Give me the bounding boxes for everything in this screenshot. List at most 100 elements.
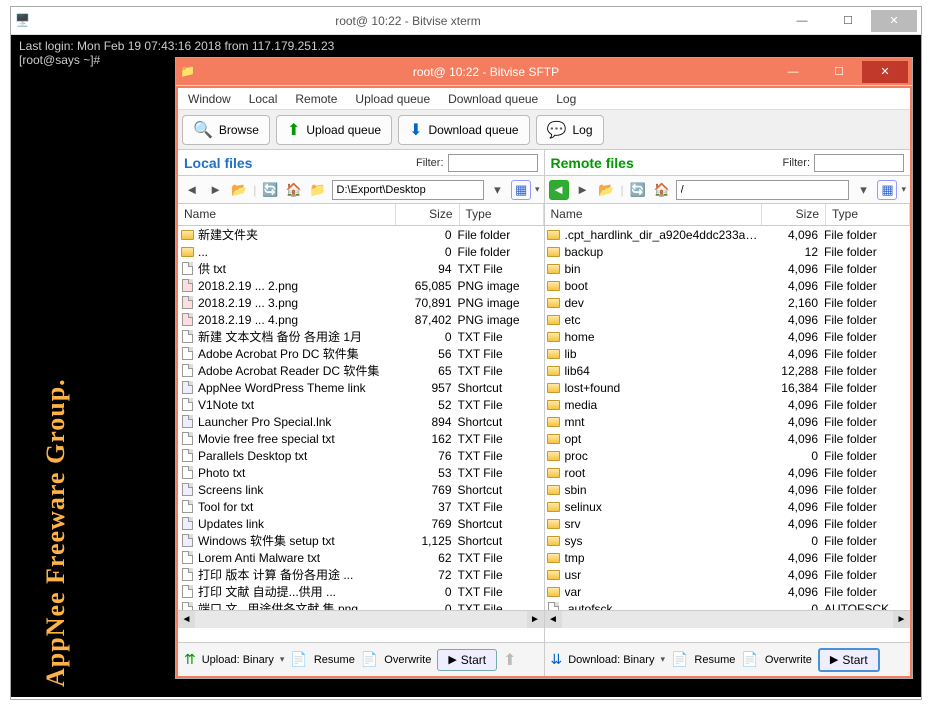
file-row[interactable]: sbin4,096File folder bbox=[545, 481, 911, 498]
file-row[interactable]: 2018.2.19 ... 2.png65,085PNG image bbox=[178, 277, 544, 294]
sftp-close-button[interactable]: ✕ bbox=[862, 61, 908, 83]
remote-home-button[interactable]: 🏠 bbox=[652, 180, 672, 200]
sftp-titlebar[interactable]: 📁 root@ 10:22 - Bitvise SFTP — ☐ ✕ bbox=[176, 58, 912, 86]
file-row[interactable]: Launcher Pro Special.lnk894Shortcut bbox=[178, 413, 544, 430]
file-row[interactable]: backup12File folder bbox=[545, 243, 911, 260]
sftp-min-button[interactable]: — bbox=[770, 61, 816, 83]
local-file-list[interactable]: 新建文件夹0File folder...0File folder供 txt94T… bbox=[178, 226, 544, 610]
upload-queue-button[interactable]: ⬆Upload queue bbox=[276, 115, 392, 145]
local-view-button[interactable]: ▦ bbox=[511, 180, 531, 200]
file-row[interactable]: selinux4,096File folder bbox=[545, 498, 911, 515]
col-name[interactable]: Name bbox=[178, 204, 396, 225]
menu-log[interactable]: Log bbox=[556, 92, 576, 106]
file-row[interactable]: Movie free free special txt162TXT File bbox=[178, 430, 544, 447]
download-mode-label[interactable]: Download: Binary bbox=[568, 654, 654, 666]
xterm-close-button[interactable]: ✕ bbox=[871, 10, 917, 32]
col-name[interactable]: Name bbox=[545, 204, 763, 225]
remote-fwd-button[interactable]: ► bbox=[573, 180, 593, 200]
remote-hscroll[interactable]: ◄► bbox=[545, 610, 911, 627]
file-row[interactable]: ...0File folder bbox=[178, 243, 544, 260]
log-button[interactable]: 💬Log bbox=[536, 115, 604, 145]
file-row[interactable]: 2018.2.19 ... 4.png87,402PNG image bbox=[178, 311, 544, 328]
file-row[interactable]: 端口 文 ..用途供各文献 集 png0TXT File bbox=[178, 600, 544, 610]
file-row[interactable]: sys0File folder bbox=[545, 532, 911, 549]
file-row[interactable]: 打印 版本 计算 备份各用途 ...72TXT File bbox=[178, 566, 544, 583]
file-row[interactable]: Windows 软件集 setup txt1,125Shortcut bbox=[178, 532, 544, 549]
col-type[interactable]: Type bbox=[460, 204, 544, 225]
file-row[interactable]: boot4,096File folder bbox=[545, 277, 911, 294]
local-back-button[interactable]: ◄ bbox=[182, 180, 202, 200]
file-row[interactable]: srv4,096File folder bbox=[545, 515, 911, 532]
local-refresh-button[interactable]: 🔄 bbox=[260, 180, 280, 200]
file-row[interactable]: lib6412,288File folder bbox=[545, 362, 911, 379]
local-fwd-button[interactable]: ► bbox=[206, 180, 226, 200]
remote-up-button[interactable]: 📂 bbox=[597, 180, 617, 200]
file-row[interactable]: proc0File folder bbox=[545, 447, 911, 464]
download-resume[interactable]: Resume bbox=[694, 654, 735, 666]
remote-refresh-button[interactable]: 🔄 bbox=[628, 180, 648, 200]
file-row[interactable]: 打印 文献 自动提...供用 ...0TXT File bbox=[178, 583, 544, 600]
local-home-button[interactable]: 🏠 bbox=[284, 180, 304, 200]
upload-mode-label[interactable]: Upload: Binary bbox=[202, 654, 274, 666]
file-row[interactable]: .autofsck0AUTOFSCK bbox=[545, 600, 911, 610]
file-row[interactable]: AppNee WordPress Theme link957Shortcut bbox=[178, 379, 544, 396]
download-start-button[interactable]: ▶ Start bbox=[818, 648, 880, 672]
local-hscroll[interactable]: ◄► bbox=[178, 610, 544, 627]
file-row[interactable]: home4,096File folder bbox=[545, 328, 911, 345]
file-row[interactable]: 新建文件夹0File folder bbox=[178, 226, 544, 243]
remote-filter-input[interactable] bbox=[814, 154, 904, 172]
file-row[interactable]: V1Note txt52TXT File bbox=[178, 396, 544, 413]
remote-file-list[interactable]: .cpt_hardlink_dir_a920e4ddc233af…4,096Fi… bbox=[545, 226, 911, 610]
menu-remote[interactable]: Remote bbox=[295, 92, 337, 106]
file-row[interactable]: Parallels Desktop txt76TXT File bbox=[178, 447, 544, 464]
file-row[interactable]: Lorem Anti Malware txt62TXT File bbox=[178, 549, 544, 566]
file-row[interactable]: root4,096File folder bbox=[545, 464, 911, 481]
menu-upload-queue[interactable]: Upload queue bbox=[355, 92, 430, 106]
local-filter-input[interactable] bbox=[448, 154, 538, 172]
menu-download-queue[interactable]: Download queue bbox=[448, 92, 538, 106]
file-row[interactable]: lib4,096File folder bbox=[545, 345, 911, 362]
xterm-min-button[interactable]: — bbox=[779, 10, 825, 32]
menu-local[interactable]: Local bbox=[249, 92, 278, 106]
remote-view-button[interactable]: ▦ bbox=[877, 180, 897, 200]
upload-overwrite[interactable]: Overwrite bbox=[384, 654, 431, 666]
file-row[interactable]: Adobe Acrobat Reader DC 软件集65TXT File bbox=[178, 362, 544, 379]
remote-back-button[interactable]: ◄ bbox=[549, 180, 569, 200]
file-row[interactable]: lost+found16,384File folder bbox=[545, 379, 911, 396]
remote-path-dropdown[interactable]: ▾ bbox=[853, 180, 873, 200]
file-row[interactable]: etc4,096File folder bbox=[545, 311, 911, 328]
file-row[interactable]: mnt4,096File folder bbox=[545, 413, 911, 430]
col-type[interactable]: Type bbox=[826, 204, 910, 225]
file-row[interactable]: Photo txt53TXT File bbox=[178, 464, 544, 481]
file-row[interactable]: Screens link769Shortcut bbox=[178, 481, 544, 498]
local-newfolder-button[interactable]: 📁 bbox=[308, 180, 328, 200]
menu-window[interactable]: Window bbox=[188, 92, 231, 106]
file-row[interactable]: .cpt_hardlink_dir_a920e4ddc233af…4,096Fi… bbox=[545, 226, 911, 243]
file-row[interactable]: dev2,160File folder bbox=[545, 294, 911, 311]
file-row[interactable]: 新建 文本文档 备份 各用途 1月0TXT File bbox=[178, 328, 544, 345]
local-up-button[interactable]: 📂 bbox=[229, 180, 249, 200]
file-row[interactable]: Tool for txt37TXT File bbox=[178, 498, 544, 515]
download-overwrite[interactable]: Overwrite bbox=[765, 654, 812, 666]
file-row[interactable]: 供 txt94TXT File bbox=[178, 260, 544, 277]
xterm-max-button[interactable]: ☐ bbox=[825, 10, 871, 32]
file-row[interactable]: usr4,096File folder bbox=[545, 566, 911, 583]
browse-button[interactable]: 🔍Browse bbox=[182, 115, 270, 145]
file-row[interactable]: 2018.2.19 ... 3.png70,891PNG image bbox=[178, 294, 544, 311]
file-row[interactable]: Updates link769Shortcut bbox=[178, 515, 544, 532]
local-path-dropdown[interactable]: ▾ bbox=[488, 180, 508, 200]
col-size[interactable]: Size bbox=[762, 204, 826, 225]
local-path-input[interactable] bbox=[332, 180, 484, 200]
upload-start-button[interactable]: ▶ Start bbox=[437, 649, 497, 671]
file-row[interactable]: media4,096File folder bbox=[545, 396, 911, 413]
file-row[interactable]: Adobe Acrobat Pro DC 软件集56TXT File bbox=[178, 345, 544, 362]
upload-resume[interactable]: Resume bbox=[314, 654, 355, 666]
remote-path-input[interactable] bbox=[676, 180, 850, 200]
file-row[interactable]: opt4,096File folder bbox=[545, 430, 911, 447]
download-queue-button[interactable]: ⬇Download queue bbox=[398, 115, 529, 145]
file-row[interactable]: tmp4,096File folder bbox=[545, 549, 911, 566]
xterm-titlebar[interactable]: 🖥️ root@ 10:22 - Bitvise xterm — ☐ ✕ bbox=[11, 7, 921, 35]
col-size[interactable]: Size bbox=[396, 204, 460, 225]
file-row[interactable]: var4,096File folder bbox=[545, 583, 911, 600]
sftp-max-button[interactable]: ☐ bbox=[816, 61, 862, 83]
